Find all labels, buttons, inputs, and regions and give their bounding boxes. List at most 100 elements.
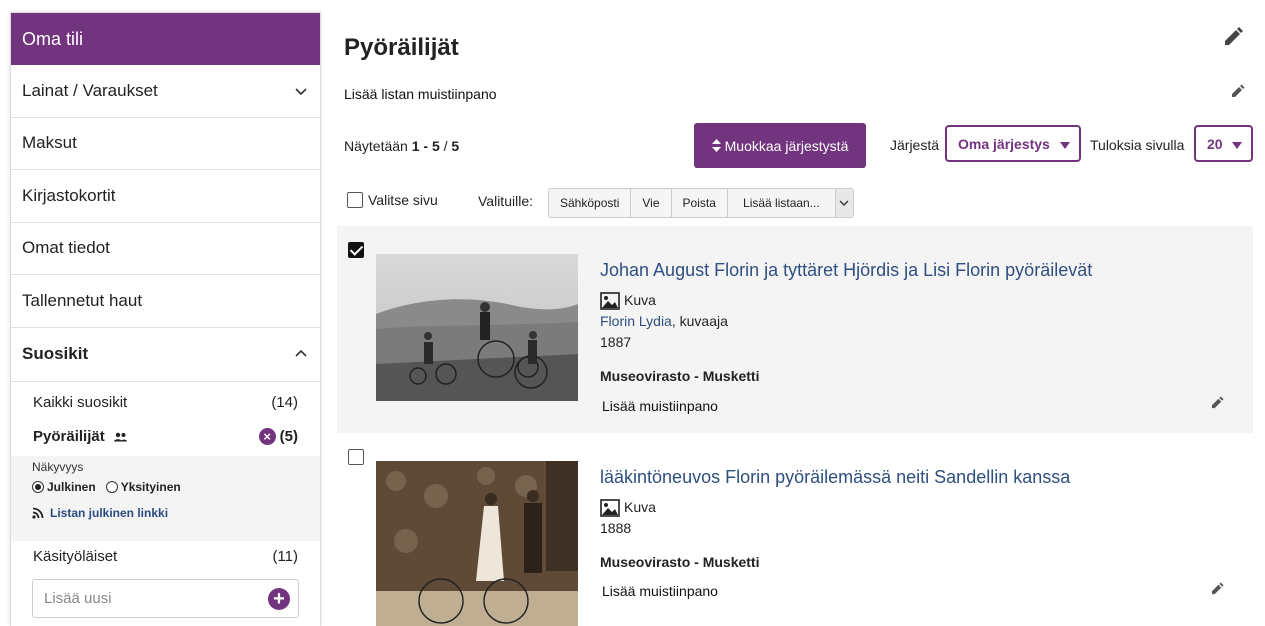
main-content: Pyöräilijät Lisää listan muistiinpano Nä… [337, 0, 1265, 626]
users-icon [113, 432, 127, 441]
record-format: Kuva [600, 290, 728, 311]
delete-button[interactable]: Poista [672, 189, 728, 217]
public-list-link[interactable]: Listan julkinen linkki [32, 506, 299, 520]
list-count: (11) [272, 548, 298, 565]
sort-value: Oma järjestys [958, 135, 1050, 152]
showing-total: 5 [451, 138, 460, 154]
select-page-label: Valitse sivu [368, 192, 438, 208]
image-icon [600, 291, 620, 310]
record-thumbnail[interactable] [376, 461, 578, 626]
showing-sep: / [443, 138, 448, 154]
per-page-value: 20 [1207, 135, 1223, 152]
list-label: Käsityöläiset [33, 548, 118, 565]
page-title: Pyöräilijät [344, 34, 459, 61]
edit-list-icon[interactable] [1222, 26, 1244, 48]
list-count: (14) [271, 394, 298, 411]
visibility-public-option[interactable]: Julkinen [32, 480, 96, 494]
sort-label: Järjestä [890, 137, 940, 153]
plus-icon[interactable]: + [268, 587, 290, 610]
add-note-link[interactable]: Lisää muistiinpano [602, 398, 718, 414]
dropdown-arrow-icon [1060, 142, 1070, 149]
edit-order-button[interactable]: Muokkaa järjestystä [694, 123, 866, 168]
edit-note-icon[interactable] [1211, 396, 1224, 409]
record-title-link[interactable]: Johan August Florin ja tyttäret Hjördis … [600, 260, 1092, 281]
image-icon [600, 498, 620, 517]
radio-private[interactable] [105, 481, 118, 494]
edit-order-label: Muokkaa järjestystä [724, 137, 849, 154]
record-source: Museovirasto - Musketti [600, 368, 760, 384]
radio-public[interactable] [32, 481, 44, 494]
add-new-placeholder: Lisää uusi [44, 590, 112, 607]
record-year: 1888 [600, 520, 632, 536]
favorites-list-craftsmen[interactable]: Käsityöläiset (11) [11, 541, 320, 573]
sort-select[interactable]: Oma järjestys [945, 125, 1081, 162]
result-count: Näytetään 1 - 5 / 5 [344, 138, 459, 154]
radio-label: Yksityinen [120, 479, 181, 494]
sidebar-item-profile[interactable]: Omat tiedot [11, 223, 320, 275]
showing-prefix: Näytetään [344, 138, 408, 154]
visibility-private-option[interactable]: Yksityinen [105, 479, 181, 494]
author-link[interactable]: Florin Lydia [600, 313, 672, 329]
result-item: Johan August Florin ja tyttäret Hjördis … [337, 226, 1253, 433]
list-count: (5) [279, 428, 298, 445]
public-link-label: Listan julkinen linkki [50, 505, 169, 520]
email-button[interactable]: Sähköposti [549, 189, 632, 217]
sidebar-item-label: Maksut [22, 133, 77, 153]
sidebar-item-loans[interactable]: Lainat / Varaukset [11, 65, 320, 118]
record-format: Kuva [600, 497, 656, 518]
record-checkbox[interactable] [348, 242, 364, 258]
record-source: Museovirasto - Musketti [600, 554, 760, 570]
delete-list-icon[interactable]: × [258, 428, 276, 445]
sidebar-item-favorites[interactable]: Suosikit [11, 328, 320, 382]
per-page-label: Tuloksia sivulla [1090, 137, 1185, 153]
chevron-down-icon [295, 88, 307, 95]
sort-icon [711, 139, 721, 152]
add-list-note-link[interactable]: Lisää listan muistiinpano [344, 86, 497, 102]
edit-note-icon[interactable] [1211, 582, 1224, 595]
bulk-actions: Sähköposti Vie Poista Lisää listaan... [548, 188, 854, 218]
sidebar-item-saved-searches[interactable]: Tallennetut haut [11, 275, 320, 328]
record-checkbox[interactable] [348, 449, 364, 465]
favorites-list-all[interactable]: Kaikki suosikit (14) [11, 386, 320, 420]
format-label: Kuva [624, 292, 656, 308]
list-label: Pyöräilijät [33, 428, 105, 445]
select-page-checkbox-row[interactable]: Valitse sivu [347, 192, 438, 208]
record-thumbnail[interactable] [376, 254, 578, 401]
radio-label: Julkinen [47, 479, 96, 494]
record-title-link[interactable]: lääkintöneuvos Florin pyöräilemässä neit… [600, 467, 1070, 488]
sidebar-item-payments[interactable]: Maksut [11, 118, 320, 170]
sidebar-item-label: Omat tiedot [22, 238, 110, 258]
sidebar-item-library-cards[interactable]: Kirjastokortit [11, 170, 320, 223]
favorites-list-cyclists[interactable]: Pyöräilijät × (5) [11, 420, 320, 454]
record-meta: Kuva Florin Lydia, kuvaaja 1887 [600, 290, 728, 353]
sidebar-header[interactable]: Oma tili [11, 13, 320, 65]
export-button[interactable]: Vie [631, 189, 672, 217]
sidebar: Oma tili Lainat / Varaukset Maksut Kirja… [10, 12, 321, 626]
sidebar-item-label: Lainat / Varaukset [22, 80, 158, 100]
edit-note-icon[interactable] [1231, 84, 1245, 98]
sidebar-item-label: Kirjastokortit [22, 185, 116, 205]
chevron-up-icon [295, 349, 307, 357]
format-label: Kuva [624, 499, 656, 515]
selected-actions-label: Valituille: [478, 193, 533, 209]
author-role: , kuvaaja [671, 313, 728, 329]
sidebar-item-label: Suosikit [22, 344, 89, 363]
visibility-label: Näkyvyys [32, 459, 84, 474]
add-to-list-select[interactable]: Lisää listaan... [728, 189, 836, 217]
add-note-link[interactable]: Lisää muistiinpano [602, 583, 718, 599]
per-page-select[interactable]: 20 [1194, 125, 1253, 162]
photo-cyclists-sepia [376, 461, 578, 626]
record-year: 1887 [600, 334, 632, 350]
rss-icon [32, 507, 44, 519]
chevron-down-icon[interactable] [835, 189, 853, 217]
select-page-checkbox[interactable] [347, 192, 363, 208]
record-meta: Kuva 1888 [600, 497, 656, 539]
sidebar-item-label: Tallennetut haut [22, 290, 143, 310]
list-label: Kaikki suosikit [33, 394, 128, 411]
dropdown-arrow-icon [1232, 142, 1242, 149]
result-item: lääkintöneuvos Florin pyöräilemässä neit… [337, 436, 1253, 626]
showing-range: 1 - 5 [411, 138, 440, 154]
photo-cyclists-bw [376, 254, 578, 401]
visibility-panel: Näkyvyys Julkinen Yksityinen Listan julk… [11, 455, 320, 541]
add-new-list-input[interactable]: Lisää uusi + [32, 579, 299, 618]
